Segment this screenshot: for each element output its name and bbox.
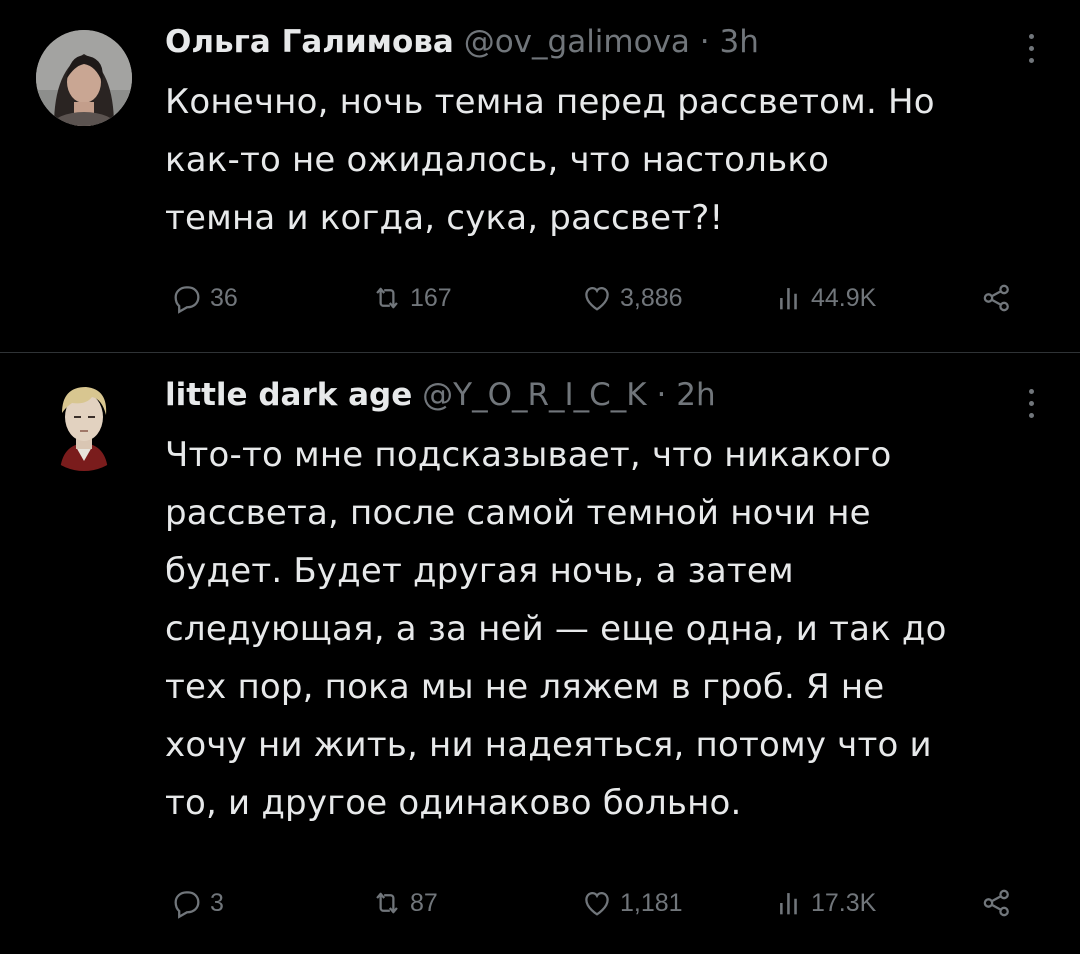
retweet-button[interactable]: 167	[370, 278, 452, 318]
retweet-icon	[376, 287, 398, 309]
user-handle[interactable]: @ov_galimova	[464, 24, 690, 60]
more-icon[interactable]	[1028, 385, 1036, 421]
display-name[interactable]: little dark age	[165, 377, 412, 413]
reply-icon	[174, 286, 200, 314]
views-button[interactable]: 17.3K	[775, 883, 876, 923]
views-icon	[780, 893, 797, 915]
heart-icon	[585, 286, 609, 311]
timestamp[interactable]: 3h	[720, 24, 759, 60]
woman-portrait-avatar-icon	[36, 30, 132, 126]
retweet-count: 167	[410, 283, 452, 312]
views-icon	[780, 288, 797, 310]
heart-icon	[585, 891, 609, 916]
share-icon	[983, 284, 1009, 312]
share-button[interactable]	[980, 278, 1014, 318]
like-count: 3,886	[620, 283, 683, 312]
like-button[interactable]: 3,886	[580, 278, 683, 318]
more-icon[interactable]	[1028, 30, 1036, 66]
reply-button[interactable]: 36	[170, 278, 238, 318]
retweet-button[interactable]: 87	[370, 883, 438, 923]
avatar[interactable]	[36, 375, 132, 471]
action-bar: 3 87 1,181 17.3K	[165, 883, 1025, 923]
tweet-header: little dark age @Y_O_R_I_C_K · 2h	[165, 375, 1020, 415]
tweet[interactable]: Ольга Галимова @ov_galimova · 3h Конечно…	[0, 0, 1080, 352]
reply-button[interactable]: 3	[170, 883, 224, 923]
share-button[interactable]	[980, 883, 1014, 923]
action-bar: 36 167 3,886 44.9K	[165, 278, 1025, 318]
views-count: 44.9K	[811, 283, 877, 312]
views-count: 17.3K	[811, 888, 877, 917]
share-icon	[983, 889, 1009, 917]
like-button[interactable]: 1,181	[580, 883, 683, 923]
retweet-icon	[376, 892, 398, 914]
tweet-text: Конечно, ночь темна перед рассветом. Но …	[165, 82, 935, 238]
like-count: 1,181	[620, 888, 683, 917]
views-button[interactable]: 44.9K	[775, 278, 876, 318]
separator-dot: ·	[699, 24, 710, 60]
reply-count: 3	[210, 888, 224, 917]
anime-character-avatar-icon	[36, 375, 132, 471]
user-handle[interactable]: @Y_O_R_I_C_K	[422, 377, 647, 413]
avatar[interactable]	[36, 30, 132, 126]
tweet-header: Ольга Галимова @ov_galimova · 3h	[165, 22, 1020, 62]
timestamp[interactable]: 2h	[676, 377, 715, 413]
separator-dot: ·	[656, 377, 667, 413]
tweet[interactable]: little dark age @Y_O_R_I_C_K · 2h Что-то…	[0, 353, 1080, 954]
tweet-text: Что-то мне подсказывает, что никакого ра…	[165, 435, 947, 823]
reply-icon	[174, 891, 200, 919]
reply-count: 36	[210, 283, 238, 312]
retweet-count: 87	[410, 888, 438, 917]
display-name[interactable]: Ольга Галимова	[165, 24, 454, 60]
